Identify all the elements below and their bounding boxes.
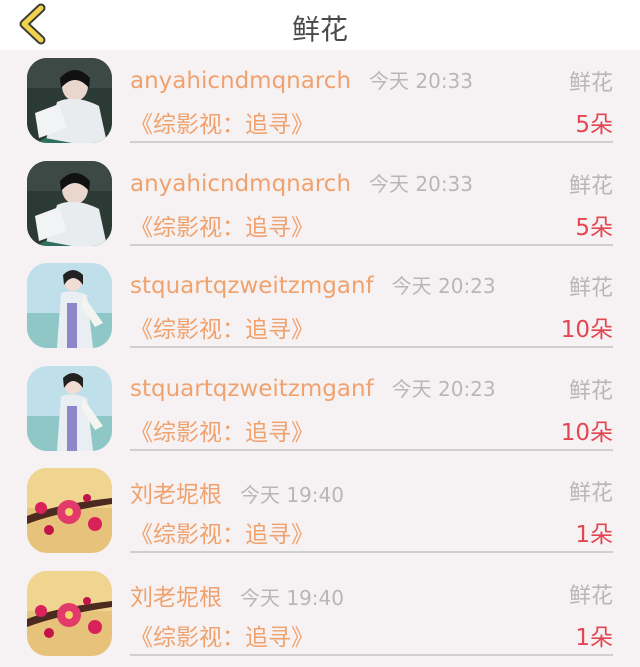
divider xyxy=(130,141,613,143)
username[interactable]: 刘老坭根 xyxy=(130,585,222,611)
divider xyxy=(130,243,613,246)
book-title[interactable]: 《综影视：追寻》 xyxy=(130,310,314,344)
gift-type: 鲜花 xyxy=(568,481,613,506)
top-bar: 鲜花 xyxy=(0,0,640,50)
timestamp: 今天 19:40 xyxy=(240,483,344,507)
avatar[interactable] xyxy=(27,160,112,246)
list-item[interactable]: 刘老坭根 今天 19:40 鲜花 《综影视：追寻》 1朵 xyxy=(0,563,640,666)
gift-list: anyahicndmqnarch 今天 20:33 鲜花 《综影视：追寻》 5朵 … xyxy=(0,50,640,665)
divider xyxy=(130,346,613,348)
username[interactable]: stquartqzweitzmganf xyxy=(130,273,374,299)
gift-count: 1朵 xyxy=(575,624,613,651)
gift-count: 10朵 xyxy=(560,419,613,446)
book-title[interactable]: 《综影视：追寻》 xyxy=(130,105,314,139)
timestamp: 今天 20:23 xyxy=(391,274,496,298)
list-item[interactable]: 刘老坭根 今天 19:40 鲜花 《综影视：追寻》 1朵 xyxy=(0,460,640,563)
book-title[interactable]: 《综影视：追寻》 xyxy=(130,515,314,549)
avatar[interactable] xyxy=(27,365,112,451)
gift-count: 1朵 xyxy=(575,522,613,548)
book-title[interactable]: 《综影视：追寻》 xyxy=(130,413,314,447)
avatar[interactable] xyxy=(27,263,112,348)
timestamp: 今天 19:40 xyxy=(240,585,344,610)
avatar[interactable] xyxy=(27,468,112,553)
divider xyxy=(130,551,613,553)
gift-count: 5朵 xyxy=(575,214,613,241)
avatar[interactable] xyxy=(27,58,112,143)
gift-count: 10朵 xyxy=(560,317,613,343)
username[interactable]: 刘老坭根 xyxy=(130,482,222,508)
avatar[interactable] xyxy=(27,570,112,656)
gift-type: 鲜花 xyxy=(568,378,613,404)
gift-type: 鲜花 xyxy=(568,583,613,609)
list-item[interactable]: stquartqzweitzmganf 今天 20:23 鲜花 《综影视：追寻》 … xyxy=(0,358,640,461)
book-title[interactable]: 《综影视：追寻》 xyxy=(130,208,314,242)
divider xyxy=(130,653,613,656)
book-title[interactable]: 《综影视：追寻》 xyxy=(130,618,314,652)
username[interactable]: anyahicndmqnarch xyxy=(130,68,351,94)
list-item[interactable]: anyahicndmqnarch 今天 20:33 鲜花 《综影视：追寻》 5朵 xyxy=(0,153,640,256)
gift-count: 5朵 xyxy=(575,112,613,138)
timestamp: 今天 20:23 xyxy=(391,376,496,401)
gift-type: 鲜花 xyxy=(568,173,613,199)
list-item[interactable]: stquartqzweitzmganf 今天 20:23 鲜花 《综影视：追寻》 … xyxy=(0,255,640,358)
timestamp: 今天 20:33 xyxy=(369,69,474,93)
gift-type: 鲜花 xyxy=(568,71,613,96)
page-title: 鲜花 xyxy=(291,13,348,46)
gift-type: 鲜花 xyxy=(568,276,613,301)
username[interactable]: stquartqzweitzmganf xyxy=(130,376,374,402)
timestamp: 今天 20:33 xyxy=(369,171,474,196)
list-item[interactable]: anyahicndmqnarch 今天 20:33 鲜花 《综影视：追寻》 5朵 xyxy=(0,50,640,153)
username[interactable]: anyahicndmqnarch xyxy=(130,171,351,197)
divider xyxy=(130,448,613,451)
